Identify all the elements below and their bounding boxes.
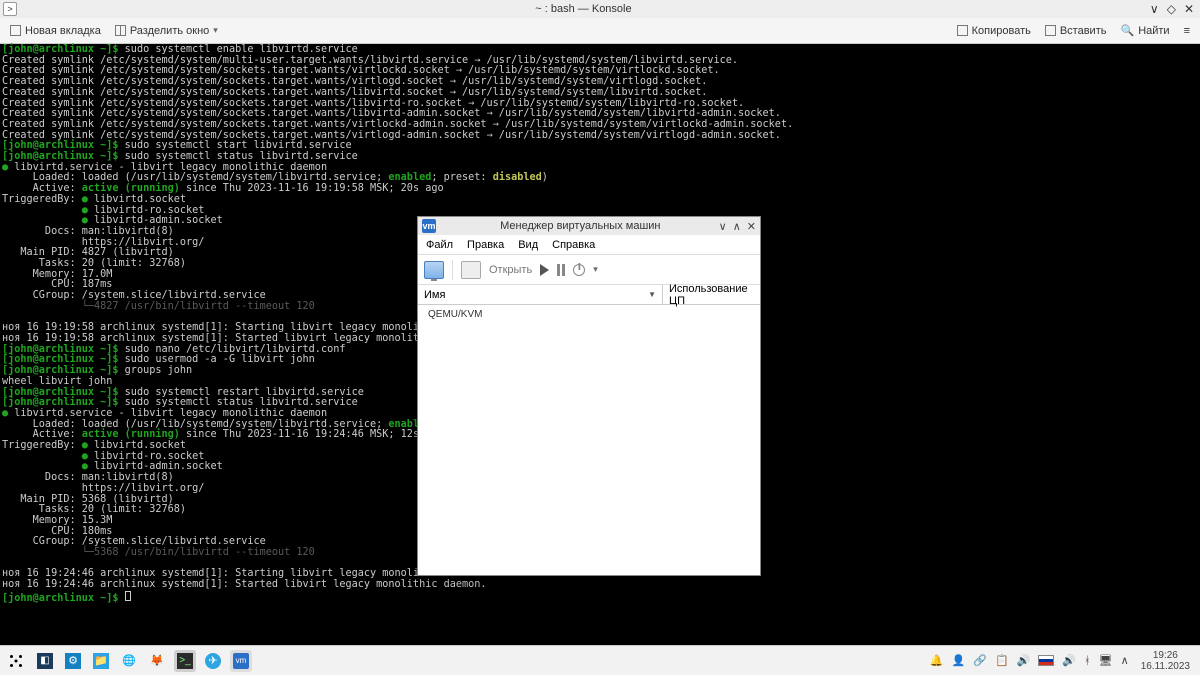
- paste-icon: [1045, 25, 1056, 36]
- tray-clipboard-icon[interactable]: 📋: [995, 654, 1009, 667]
- taskbar-telegram-button[interactable]: ✈: [202, 650, 224, 672]
- new-tab-label: Новая вкладка: [25, 25, 101, 37]
- start-button[interactable]: [4, 649, 28, 673]
- play-button[interactable]: [540, 264, 549, 276]
- virt-manager-toolbar: Открыть ▾: [418, 255, 760, 285]
- konsole-maximize-button[interactable]: ◇: [1167, 2, 1176, 16]
- hamburger-button[interactable]: ≡: [1180, 23, 1194, 39]
- new-tab-icon: [10, 25, 21, 36]
- taskbar-settings-button[interactable]: ⚙: [62, 650, 84, 672]
- tray-expand-icon[interactable]: ∧: [1121, 654, 1129, 667]
- konsole-icon: >_: [177, 653, 193, 669]
- clock-date: 16.11.2023: [1141, 661, 1190, 672]
- taskbar-firefox-button[interactable]: 🦊: [146, 650, 168, 672]
- hamburger-icon: ≡: [1184, 25, 1190, 37]
- vm-list-body[interactable]: QEMU/KVM: [418, 305, 760, 324]
- tray-keyboard-layout-icon[interactable]: [1038, 655, 1054, 666]
- vm-maximize-button[interactable]: ∧: [733, 220, 741, 233]
- telegram-icon: ✈: [205, 653, 221, 669]
- split-label: Разделить окно: [130, 25, 209, 37]
- sort-indicator-icon: ▼: [648, 290, 656, 299]
- chevron-down-icon: ▾: [213, 25, 218, 36]
- tray-bluetooth-icon[interactable]: ᚼ: [1084, 655, 1091, 667]
- desktop-icon: ◧: [37, 653, 53, 669]
- new-vm-button[interactable]: [424, 261, 444, 279]
- copy-label: Копировать: [972, 25, 1031, 37]
- kde-logo-icon: [7, 652, 25, 670]
- chromium-icon: 🌐: [121, 653, 137, 669]
- column-name-label: Имя: [424, 289, 445, 301]
- firefox-icon: 🦊: [149, 653, 165, 669]
- copy-icon: [957, 25, 968, 36]
- open-label: Открыть: [489, 264, 532, 276]
- menu-help[interactable]: Справка: [552, 239, 595, 251]
- virt-manager-window: vm Менеджер виртуальных машин ∨ ∧ ✕ Файл…: [417, 216, 761, 576]
- virt-manager-menubar: Файл Правка Вид Справка: [418, 235, 760, 255]
- taskbar: ◧ ⚙ 📁 🌐 🦊 >_ ✈ vm 🔔 👤 🔗 📋 🔊 🔊 ᚼ 🖥 ∧ 19:2…: [0, 645, 1200, 675]
- search-icon: 🔍: [1120, 24, 1134, 37]
- open-vm-button[interactable]: [461, 261, 481, 279]
- split-view-button[interactable]: Разделить окно ▾: [111, 23, 222, 39]
- menu-view[interactable]: Вид: [518, 239, 538, 251]
- konsole-close-button[interactable]: ✕: [1184, 2, 1194, 16]
- column-cpu[interactable]: Использование ЦП: [663, 285, 760, 304]
- power-dropdown-icon[interactable]: ▾: [593, 264, 598, 275]
- settings-icon: ⚙: [65, 653, 81, 669]
- tray-user-icon[interactable]: 👤: [952, 654, 966, 667]
- taskbar-chromium-button[interactable]: 🌐: [118, 650, 140, 672]
- column-cpu-label: Использование ЦП: [669, 283, 754, 307]
- konsole-title: ~ : bash — Konsole: [17, 3, 1150, 15]
- pause-button[interactable]: [557, 264, 565, 276]
- menu-file[interactable]: Файл: [426, 239, 453, 251]
- vm-close-button[interactable]: ✕: [747, 220, 756, 233]
- tray-volume-icon[interactable]: 🔊: [1017, 654, 1031, 667]
- terminal-cursor: [125, 591, 131, 601]
- new-tab-button[interactable]: Новая вкладка: [6, 23, 105, 39]
- virt-manager-titlebar[interactable]: vm Менеджер виртуальных машин ∨ ∧ ✕: [418, 217, 760, 235]
- system-tray: 🔔 👤 🔗 📋 🔊 🔊 ᚼ 🖥 ∧ 19:26 16.11.2023: [930, 650, 1194, 672]
- split-icon: [115, 25, 126, 36]
- tray-clock[interactable]: 19:26 16.11.2023: [1137, 650, 1194, 672]
- tray-display-icon[interactable]: 🖥: [1099, 654, 1113, 667]
- taskbar-konsole-button[interactable]: >_: [174, 650, 196, 672]
- vm-connection-row[interactable]: QEMU/KVM: [428, 309, 750, 320]
- konsole-titlebar: > ~ : bash — Konsole ∨ ◇ ✕: [0, 0, 1200, 18]
- virtmanager-icon: vm: [233, 653, 249, 669]
- find-button[interactable]: 🔍 Найти: [1116, 22, 1173, 39]
- column-name[interactable]: Имя ▼: [418, 285, 663, 304]
- paste-label: Вставить: [1060, 25, 1107, 37]
- menu-edit[interactable]: Правка: [467, 239, 504, 251]
- konsole-toolbar: Новая вкладка Разделить окно ▾ Копироват…: [0, 18, 1200, 44]
- tray-kde-connect-icon[interactable]: 🔗: [973, 654, 987, 667]
- folder-icon: 📁: [93, 653, 109, 669]
- tray-notifications-icon[interactable]: 🔔: [930, 654, 944, 667]
- taskbar-files-button[interactable]: 📁: [90, 650, 112, 672]
- vm-minimize-button[interactable]: ∨: [719, 220, 727, 233]
- taskbar-virtmanager-button[interactable]: vm: [230, 650, 252, 672]
- konsole-minimize-button[interactable]: ∨: [1150, 2, 1159, 16]
- konsole-app-icon: >: [3, 2, 17, 16]
- vm-list-headers: Имя ▼ Использование ЦП: [418, 285, 760, 305]
- taskbar-desktop-button[interactable]: ◧: [34, 650, 56, 672]
- tray-volume2-icon[interactable]: 🔊: [1062, 654, 1076, 667]
- virt-manager-icon: vm: [422, 219, 436, 233]
- virt-manager-title: Менеджер виртуальных машин: [442, 220, 719, 232]
- clock-time: 19:26: [1141, 650, 1190, 661]
- power-button[interactable]: [573, 264, 585, 276]
- find-label: Найти: [1138, 25, 1169, 37]
- paste-button[interactable]: Вставить: [1041, 23, 1111, 39]
- copy-button[interactable]: Копировать: [953, 23, 1035, 39]
